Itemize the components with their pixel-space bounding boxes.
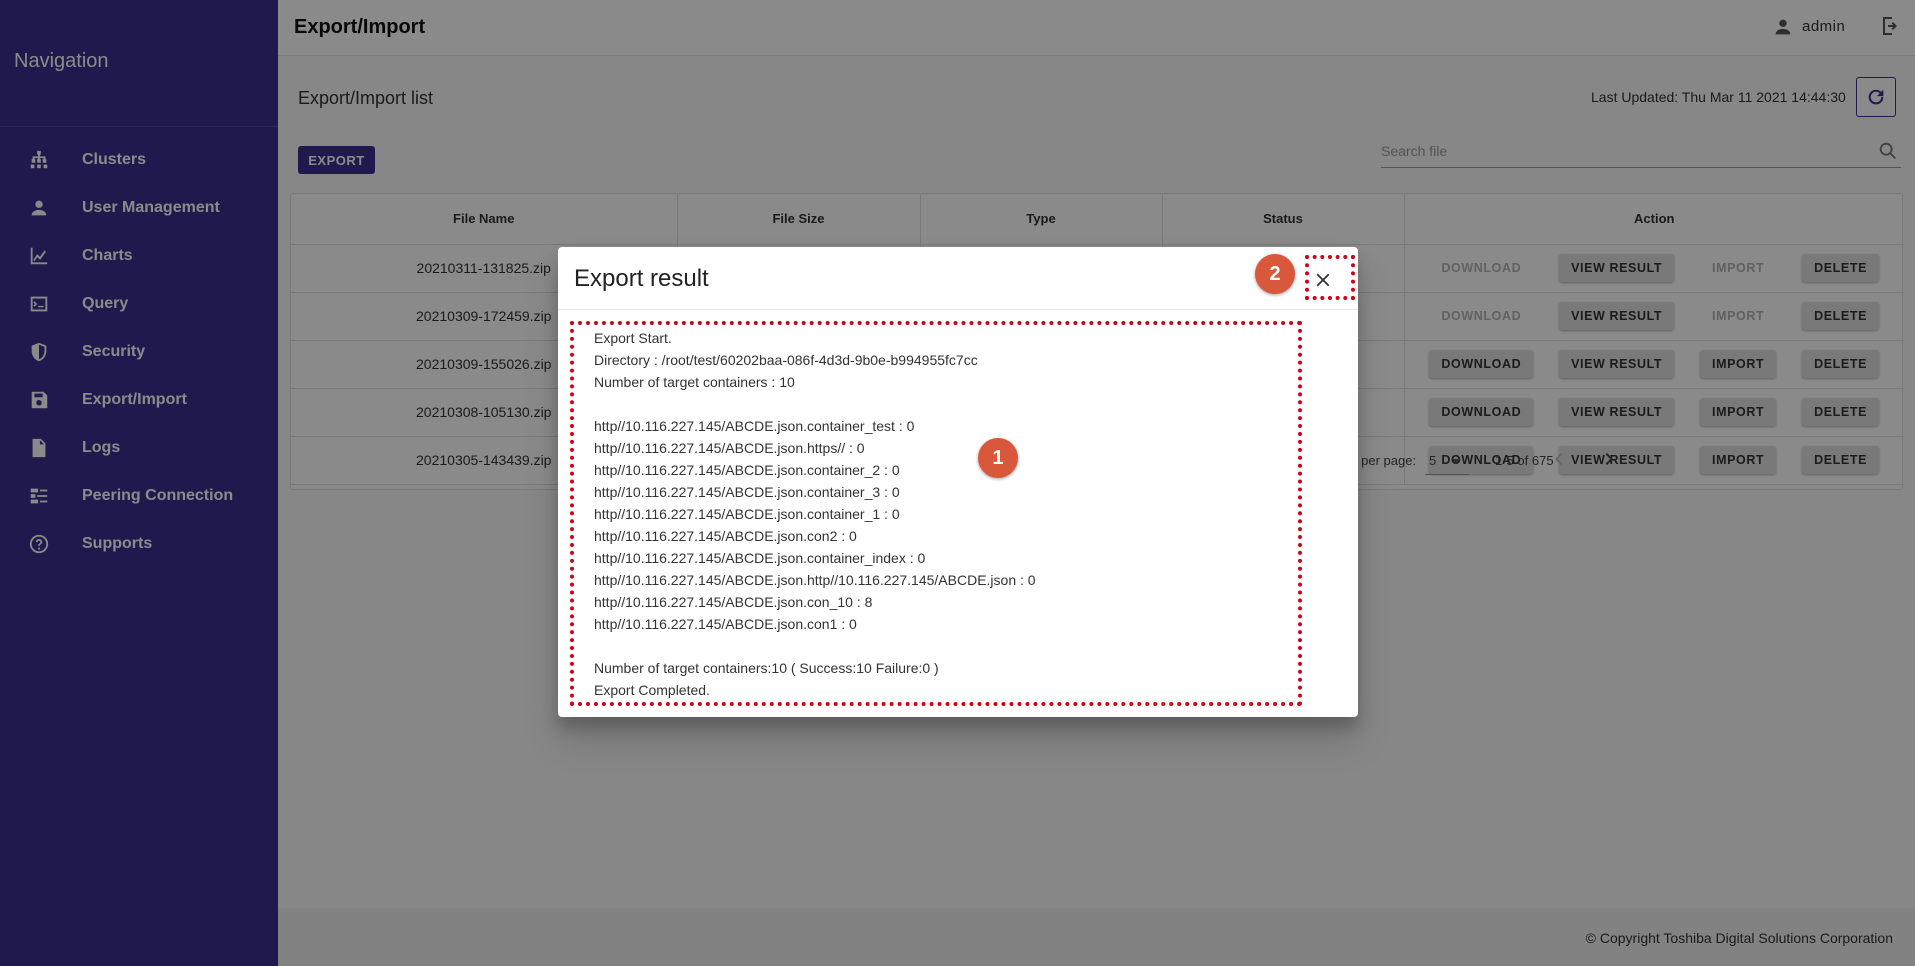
result-highlight-box — [570, 321, 1302, 706]
callout-badge-2: 2 — [1255, 254, 1295, 294]
callout-badge-1: 1 — [978, 438, 1018, 478]
close-highlight-box — [1305, 255, 1355, 300]
dialog-title: Export result — [574, 265, 709, 292]
dialog-divider — [558, 309, 1358, 310]
